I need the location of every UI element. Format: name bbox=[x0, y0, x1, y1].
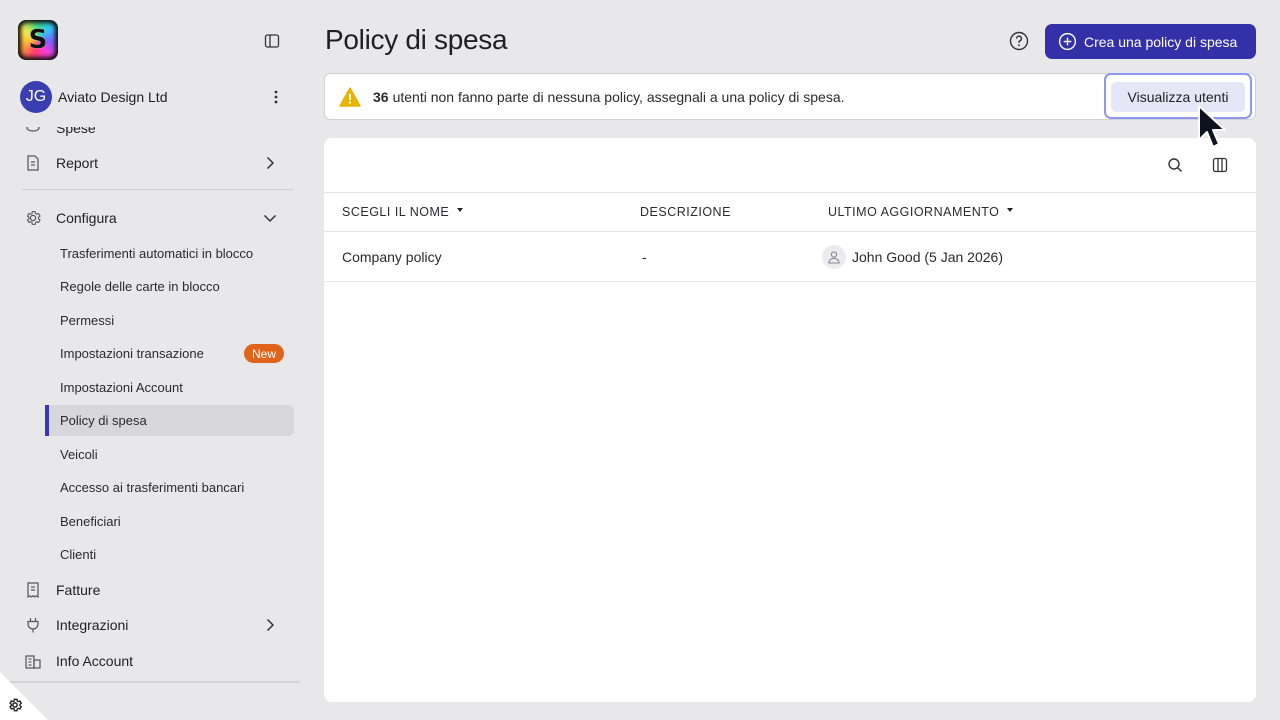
divider bbox=[0, 681, 300, 683]
table-row[interactable]: Company policy - John Good (5 Jan 2026) bbox=[324, 232, 1256, 282]
divider bbox=[22, 189, 294, 190]
alert-text: utenti non fanno parte di nessuna policy… bbox=[392, 88, 845, 105]
sidebar-item-integrazioni[interactable]: Integrazioni bbox=[22, 610, 292, 640]
sort-caret-icon bbox=[1007, 208, 1014, 212]
gear-icon bbox=[22, 207, 44, 229]
sidebar-subitem[interactable]: Permessi bbox=[45, 305, 294, 336]
sidebar-subitem-label: Impostazioni transazione bbox=[60, 346, 204, 361]
column-header-name[interactable]: SCEGLI IL NOME bbox=[342, 205, 464, 219]
sidebar-item-report[interactable]: Report bbox=[22, 148, 292, 178]
sidebar-subitem[interactable]: Beneficiari bbox=[45, 506, 294, 537]
column-header-description: DESCRIZIONE bbox=[640, 205, 731, 219]
sidebar-subitem[interactable]: Trasferimenti automatici in blocco bbox=[45, 238, 294, 269]
sort-caret-icon bbox=[457, 208, 464, 212]
sidebar-subitem[interactable]: Clienti bbox=[45, 539, 294, 570]
sidebar-subitem-active[interactable]: Policy di spesa bbox=[45, 405, 294, 436]
sidebar-nav[interactable]: Spese Report Configura Trasferimenti aut… bbox=[0, 127, 300, 682]
building-icon bbox=[22, 650, 44, 672]
settings-gear-icon[interactable] bbox=[7, 697, 23, 713]
more-options-icon[interactable] bbox=[266, 87, 286, 107]
user-avatar-icon bbox=[822, 245, 846, 269]
sidebar-item-label: Integrazioni bbox=[56, 617, 129, 633]
sidebar-subitem[interactable]: Accesso ai trasferimenti bancari bbox=[45, 472, 294, 503]
policy-updated: John Good (5 Jan 2026) bbox=[852, 249, 1003, 265]
sidebar-toggle-icon[interactable] bbox=[262, 31, 282, 51]
chevron-down-icon bbox=[263, 214, 277, 223]
sidebar-item-fatture[interactable]: Fatture bbox=[22, 575, 292, 605]
sidebar-subitem[interactable]: Veicoli bbox=[45, 439, 294, 470]
org-name: Aviato Design Ltd bbox=[58, 89, 168, 105]
sidebar-item-spese[interactable]: Spese bbox=[22, 127, 292, 143]
alert-count: 36 bbox=[373, 88, 389, 105]
policy-description: - bbox=[642, 249, 647, 265]
sidebar-subitem[interactable]: Regole delle carte in blocco bbox=[45, 271, 294, 302]
help-icon[interactable] bbox=[1009, 31, 1029, 51]
policies-table-card: SCEGLI IL NOME DESCRIZIONE ULTIMO AGGIOR… bbox=[324, 138, 1256, 702]
sidebar-subitem[interactable]: Impostazioni Account bbox=[45, 372, 294, 403]
page-title: Policy di spesa bbox=[325, 24, 508, 55]
avatar: JG bbox=[20, 81, 52, 113]
table-header: SCEGLI IL NOME DESCRIZIONE ULTIMO AGGIOR… bbox=[324, 192, 1256, 232]
chevron-right-icon bbox=[266, 156, 275, 170]
columns-icon[interactable] bbox=[1209, 154, 1231, 176]
new-badge: New bbox=[243, 344, 284, 363]
create-policy-label: Crea una policy di spesa bbox=[1084, 33, 1238, 50]
column-header-updated[interactable]: ULTIMO AGGIORNAMENTO bbox=[828, 205, 1014, 219]
column-header-label: SCEGLI IL NOME bbox=[342, 205, 450, 219]
app-logo[interactable]: S bbox=[18, 20, 58, 60]
sidebar-item-configura[interactable]: Configura bbox=[22, 203, 292, 233]
sidebar-item-label: Info Account bbox=[56, 653, 134, 669]
column-header-label: DESCRIZIONE bbox=[640, 205, 731, 219]
plus-circle-icon bbox=[1058, 32, 1077, 51]
chevron-right-icon bbox=[266, 618, 275, 632]
invoice-icon bbox=[22, 579, 44, 601]
sidebar-item-label: Spese bbox=[56, 127, 96, 136]
sidebar-subitem-impostazioni-transazione[interactable]: Impostazioni transazione New bbox=[45, 338, 294, 369]
policy-name: Company policy bbox=[342, 249, 442, 265]
search-icon[interactable] bbox=[1164, 154, 1186, 176]
org-switcher[interactable]: JG Aviato Design Ltd bbox=[20, 81, 290, 113]
plug-icon bbox=[22, 614, 44, 636]
sidebar-item-label: Configura bbox=[56, 210, 117, 226]
mouse-cursor-icon bbox=[1198, 105, 1226, 148]
sidebar-item-label: Report bbox=[56, 155, 99, 171]
sidebar-item-label: Fatture bbox=[56, 582, 101, 598]
warning-icon bbox=[339, 86, 361, 107]
column-header-label: ULTIMO AGGIORNAMENTO bbox=[828, 205, 1000, 219]
sidebar: S JG Aviato Design Ltd Spese Report Conf… bbox=[0, 0, 310, 720]
report-icon bbox=[22, 152, 44, 174]
coins-icon bbox=[22, 127, 44, 139]
create-policy-button[interactable]: Crea una policy di spesa bbox=[1045, 24, 1256, 59]
alert-message: 36 utenti non fanno parte di nessuna poli… bbox=[373, 89, 845, 105]
sidebar-item-info-account[interactable]: Info Account bbox=[22, 646, 292, 676]
